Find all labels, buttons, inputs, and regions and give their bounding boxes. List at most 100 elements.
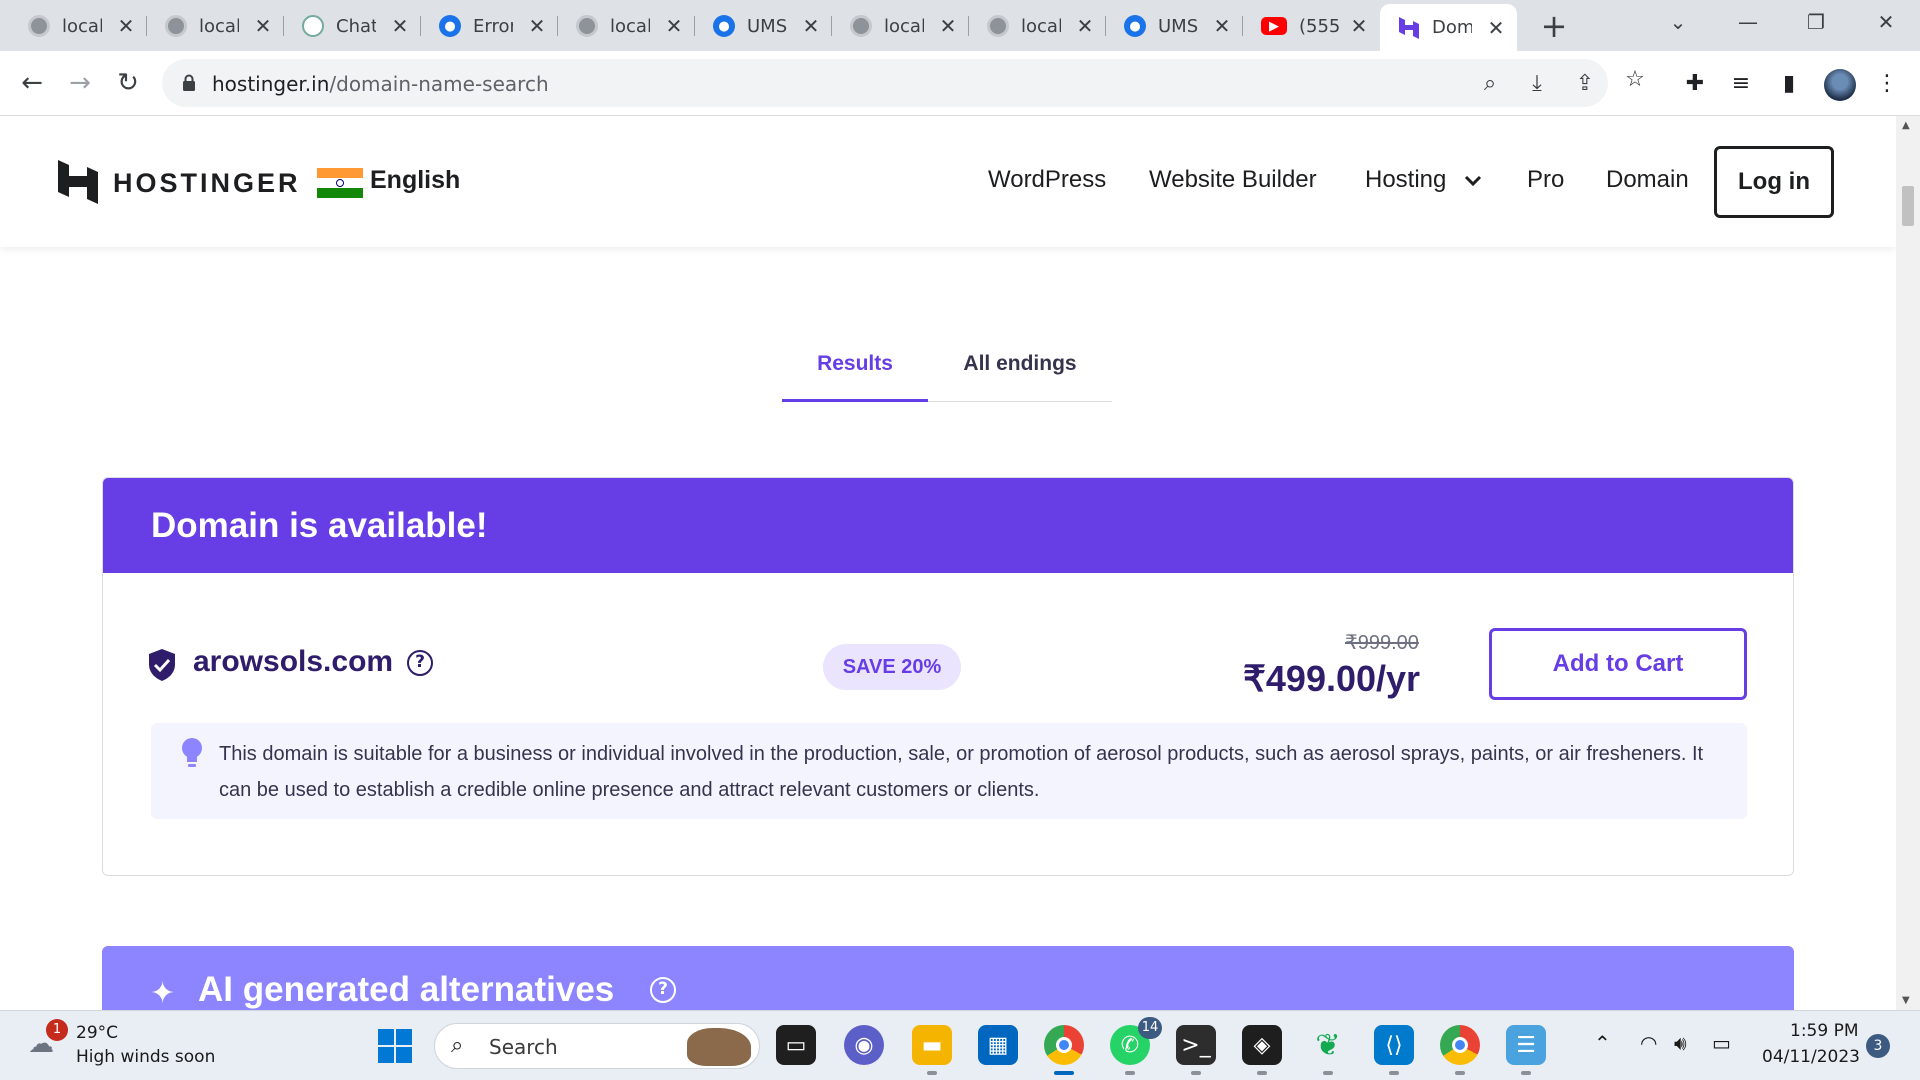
close-tab-icon[interactable]: ✕ [937,15,959,37]
browser-tab[interactable]: ● Error ✕ [421,6,558,46]
shield-check-icon [149,649,175,681]
globe-icon [987,15,1009,37]
hostinger-icon [1398,16,1420,39]
notification-count-badge[interactable]: 3 [1866,1034,1890,1058]
close-tab-icon[interactable]: ✕ [389,15,411,37]
minimize-icon[interactable]: — [1718,6,1778,38]
battery-icon[interactable]: ▭ [1712,1031,1731,1055]
browser-tab[interactable]: local ✕ [147,6,284,46]
close-tab-icon[interactable]: ✕ [1211,15,1233,37]
taskbar-search[interactable]: ⌕ Search [434,1023,760,1069]
show-hidden-icons-chevron-icon[interactable]: ⌃ [1594,1031,1611,1055]
figma-icon[interactable]: ◈ [1242,1025,1282,1075]
browser-tab[interactable]: ▶ (555 ✕ [1243,6,1380,46]
media-control-icon[interactable]: ≡ [1726,69,1756,99]
user-icon: ● [713,15,735,37]
weather-temperature[interactable]: 29°C [76,1023,118,1043]
nav-website-builder[interactable]: Website Builder [1149,166,1317,194]
terminal-icon[interactable]: >_ [1176,1025,1216,1075]
browser-tab[interactable]: ● UMS ✕ [695,6,832,46]
restore-icon[interactable]: ❐ [1786,6,1846,38]
whatsapp-unread-badge: 14 [1138,1017,1162,1039]
menu-kebab-icon[interactable]: ⋮ [1872,69,1902,99]
login-button[interactable]: Log in [1714,146,1834,218]
chevron-down-icon [1464,175,1482,186]
close-tab-icon[interactable]: ✕ [1074,15,1096,37]
close-tab-icon[interactable]: ✕ [115,15,137,37]
close-tab-icon[interactable]: ✕ [800,15,822,37]
forward-arrow-icon[interactable]: → [62,65,98,101]
task-view-icon[interactable]: ▭ [776,1025,816,1065]
windows-start-icon[interactable] [378,1029,412,1063]
scrollbar-thumb[interactable] [1902,186,1914,226]
share-icon[interactable]: ⇪ [1572,71,1598,97]
tab-results[interactable]: Results [782,342,928,402]
tab-label: Error [473,15,513,37]
new-tab-button[interactable]: + [1536,8,1572,44]
install-app-icon[interactable]: ⤓ [1524,71,1550,97]
nav-wordpress[interactable]: WordPress [988,166,1106,194]
browser-tab[interactable]: local ✕ [10,6,147,46]
hostinger-logo-icon[interactable] [58,160,98,204]
chrome-icon[interactable] [1044,1025,1084,1075]
new-price: ₹499.00/yr [1243,658,1421,699]
tab-search-chevron-icon[interactable]: ⌄ [1648,6,1708,38]
scroll-up-arrow-icon[interactable]: ▲ [1902,120,1910,131]
close-tab-icon[interactable]: ✕ [526,15,548,37]
browser-tab[interactable]: local ✕ [832,6,969,46]
teams-chat-icon[interactable]: ◉ [844,1025,884,1065]
profile-avatar[interactable] [1824,69,1856,101]
file-explorer-icon[interactable]: ▬ [912,1025,952,1075]
close-window-icon[interactable]: ✕ [1856,6,1916,38]
address-bar[interactable]: hostinger.in/domain-name-search ⌕ ⤓ ⇪ [162,59,1608,107]
chrome-profile-icon[interactable] [1440,1025,1480,1075]
nav-domain[interactable]: Domain [1606,166,1689,194]
india-flag-icon[interactable] [317,168,363,198]
close-tab-icon[interactable]: ✕ [1348,15,1370,37]
tab-label: (555 [1299,15,1339,37]
back-arrow-icon[interactable]: ← [14,65,50,101]
help-question-icon[interactable]: ? [650,977,676,1003]
add-to-cart-button[interactable]: Add to Cart [1489,628,1747,700]
url-text: hostinger.in/domain-name-search [212,72,549,96]
brand-name[interactable]: HOSTINGER [113,168,301,199]
browser-tab-active[interactable]: Dom ✕ [1380,4,1517,51]
scroll-down-arrow-icon[interactable]: ▼ [1902,995,1910,1006]
ai-alternatives-section: ✦ AI generated alternatives ? [102,946,1794,1010]
tab-all-endings[interactable]: All endings [928,342,1112,402]
microsoft-store-icon[interactable]: ▦ [978,1025,1018,1065]
wifi-icon[interactable]: ◠ [1640,1031,1657,1055]
tab-label: Dom [1432,17,1472,38]
close-tab-icon[interactable]: ✕ [252,15,274,37]
tab-label: local [199,15,239,37]
reload-icon[interactable]: ↻ [110,65,146,101]
weather-description[interactable]: High winds soon [76,1047,215,1067]
clock-time[interactable]: 1:59 PM [1790,1021,1859,1041]
nav-hosting[interactable]: Hosting [1365,166,1483,194]
tab-label: local [62,15,102,37]
clock-date[interactable]: 04/11/2023 [1762,1047,1860,1067]
nav-hosting-label: Hosting [1365,166,1447,193]
bookmark-star-icon[interactable]: ☆ [1620,65,1650,95]
vscode-icon[interactable]: ⟨⟩ [1374,1025,1414,1075]
notepad-icon[interactable]: ☰ [1506,1025,1546,1075]
browser-tab[interactable]: local ✕ [558,6,695,46]
search-highlight-image [687,1028,751,1066]
mongodb-compass-icon[interactable]: ❦ [1308,1025,1348,1075]
search-tabs: Results All endings [782,342,1112,402]
help-question-icon[interactable]: ? [407,650,433,676]
browser-tab[interactable]: local ✕ [969,6,1106,46]
globe-icon [576,15,598,37]
nav-pro[interactable]: Pro [1527,166,1564,194]
browser-tab[interactable]: Chat ✕ [284,6,421,46]
whatsapp-icon[interactable]: ✆ 14 [1110,1017,1162,1075]
close-tab-icon[interactable]: ✕ [1485,17,1507,39]
browser-tab[interactable]: ● UMS ✕ [1106,6,1243,46]
volume-icon[interactable]: 🔊︎ [1674,1031,1687,1055]
close-tab-icon[interactable]: ✕ [663,15,685,37]
side-panel-icon[interactable]: ▮ [1774,69,1804,99]
extensions-puzzle-icon[interactable]: ✚ [1680,69,1710,99]
page-scrollbar[interactable]: ▲ ▼ [1896,116,1920,1010]
zoom-search-icon[interactable]: ⌕ [1477,71,1503,97]
language-selector[interactable]: English [370,166,460,195]
